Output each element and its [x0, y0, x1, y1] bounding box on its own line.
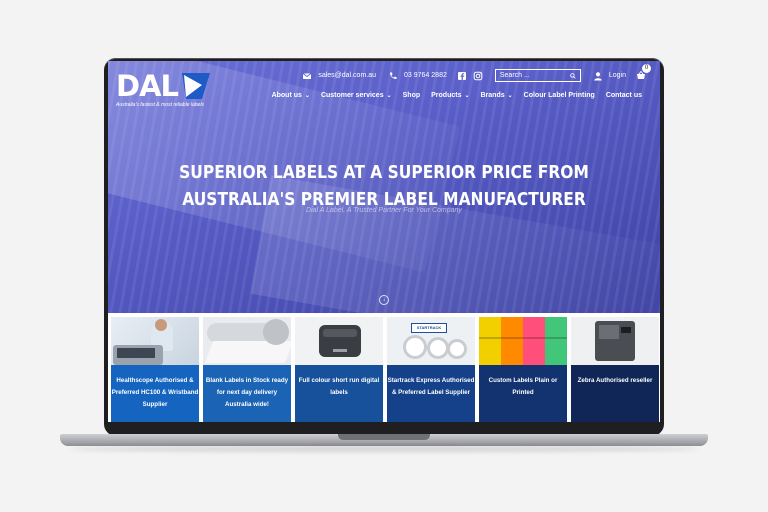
search-placeholder: Search ... — [499, 72, 530, 79]
login-link[interactable]: Login — [609, 72, 626, 79]
instagram-icon[interactable] — [473, 71, 483, 81]
envelope-icon — [303, 72, 312, 79]
nav-label: Customer services — [320, 92, 384, 99]
feature-tiles: Healthscope Authorised & Preferred HC100… — [108, 313, 660, 422]
tile-caption: Startrack Express Authorised & Preferred… — [387, 365, 475, 422]
logo-arrow-icon — [182, 73, 210, 99]
dal-logo[interactable]: DAL Australia's fastest & most reliable … — [116, 71, 216, 108]
nav-item-customer-services[interactable]: Customer services ⌄ — [321, 92, 392, 99]
startrack-logo: STARTRACK — [411, 323, 447, 333]
tile-caption: Healthscope Authorised & Preferred HC100… — [111, 365, 199, 422]
tile-caption: Full colour short run digital labels — [295, 365, 383, 422]
tile-healthscope[interactable]: Healthscope Authorised & Preferred HC100… — [111, 317, 199, 422]
nav-item-products[interactable]: Products ⌄ — [431, 92, 469, 99]
nav-item-about-us[interactable]: About us ⌄ — [272, 92, 310, 99]
search-icon[interactable] — [570, 72, 576, 79]
phone-icon — [390, 72, 397, 79]
user-icon — [594, 71, 602, 80]
nav-item-contact-us[interactable]: Contact us — [606, 92, 642, 99]
laptop-hinge-notch — [338, 434, 430, 440]
chevron-down-icon: ⌄ — [304, 93, 310, 99]
top-bar: sales@dal.com.au 03 9764 2882 Search ...… — [302, 63, 651, 82]
nav-item-shop[interactable]: Shop — [403, 92, 421, 99]
tile-full-colour[interactable]: Full colour short run digital labels — [295, 317, 383, 422]
tile-image-nurse — [111, 317, 199, 365]
nav-label: Contact us — [605, 92, 642, 99]
nav-item-brands[interactable]: Brands ⌄ — [481, 92, 513, 99]
chevron-down-icon: ⌄ — [464, 93, 470, 99]
nav-label: Products — [431, 92, 462, 99]
tile-image-colour-rolls — [479, 317, 567, 365]
search-input[interactable]: Search ... — [494, 69, 581, 82]
hero-banner: DAL Australia's fastest & most reliable … — [108, 61, 660, 367]
nav-item-colour-label-printing[interactable]: Colour Label Printing — [524, 92, 595, 99]
scroll-down-icon[interactable]: ↓ — [379, 295, 389, 305]
main-nav: About us ⌄ Customer services ⌄ Shop Produc… — [272, 92, 642, 99]
chevron-down-icon: ⌄ — [386, 93, 392, 99]
tile-caption: Blank Labels in Stock ready for next day… — [203, 365, 291, 422]
tile-image-printer — [295, 317, 383, 365]
tile-image-zebra-printer — [571, 317, 659, 365]
cart-button[interactable]: 0 — [636, 63, 651, 82]
nav-label: Shop — [402, 92, 421, 99]
tile-image-label-rolls — [203, 317, 291, 365]
tile-custom-labels[interactable]: Custom Labels Plain or Printed — [479, 317, 567, 422]
chevron-down-icon: ⌄ — [507, 93, 513, 99]
nav-label: Brands — [480, 92, 505, 99]
nav-label: About us — [271, 92, 302, 99]
website-screen: DAL Australia's fastest & most reliable … — [108, 61, 660, 422]
hero-subline: Dial A Label, A Trusted Partner For Your… — [306, 207, 462, 214]
tile-startrack[interactable]: STARTRACK Startrack Express Authorised &… — [387, 317, 475, 422]
laptop-shadow — [70, 446, 698, 452]
tile-caption: Zebra Authorised reseller — [571, 365, 659, 422]
hero-headline-line-1: SUPERIOR LABELS AT A SUPERIOR PRICE FROM — [179, 162, 589, 183]
nav-label: Colour Label Printing — [523, 92, 595, 99]
cart-count-badge: 0 — [642, 63, 651, 73]
facebook-icon[interactable] — [457, 71, 467, 81]
phone-link[interactable]: 03 9764 2882 — [404, 72, 447, 79]
tile-blank-labels[interactable]: Blank Labels in Stock ready for next day… — [203, 317, 291, 422]
tile-image-startrack-rolls: STARTRACK — [387, 317, 475, 365]
tile-caption: Custom Labels Plain or Printed — [479, 365, 567, 422]
hero-headline: SUPERIOR LABELS AT A SUPERIOR PRICE FROM… — [147, 159, 622, 213]
email-link[interactable]: sales@dal.com.au — [318, 72, 376, 79]
logo-tagline: Australia's fastest & most reliable labe… — [116, 102, 204, 108]
tile-zebra[interactable]: Zebra Authorised reseller — [571, 317, 659, 422]
